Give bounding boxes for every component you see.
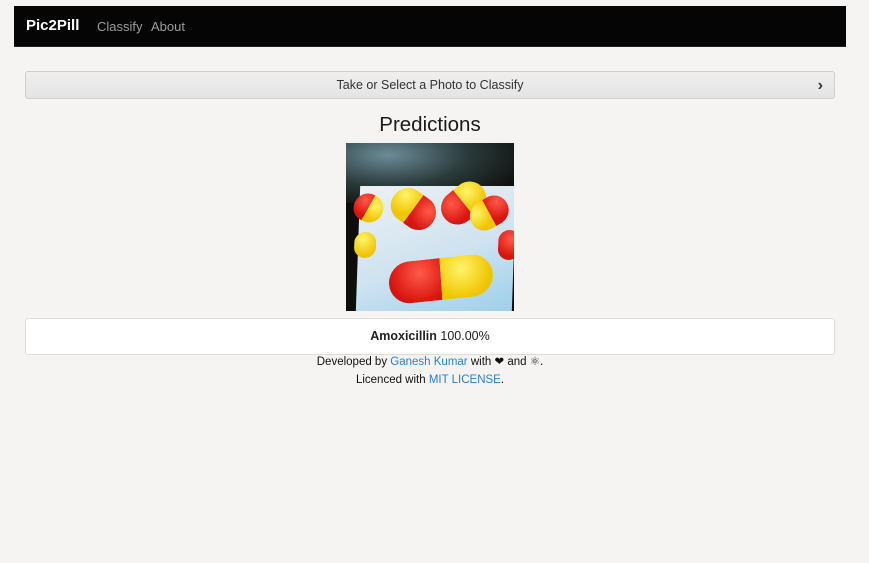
footer-period: . [540, 356, 544, 368]
predictions-title: Predictions [379, 113, 481, 136]
footer-license: Licenced with MIT LICENSE. [0, 374, 860, 386]
brand-logo[interactable]: Pic2Pill [26, 17, 79, 34]
take-photo-button-label: Take or Select a Photo to Classify [336, 78, 524, 92]
top-navbar: Pic2Pill Classify About [14, 6, 846, 47]
nav-link-about[interactable]: About [151, 19, 185, 34]
prediction-label: Amoxicillin [370, 329, 437, 343]
author-link[interactable]: Ganesh Kumar [390, 356, 467, 368]
license-link[interactable]: MIT LICENSE [429, 374, 501, 386]
footer-developed: Developed by Ganesh Kumar with ❤ and ⚛. [0, 354, 860, 368]
heart-icon: ❤ [494, 356, 505, 368]
take-photo-button[interactable]: Take or Select a Photo to Classify › [25, 71, 835, 99]
react-icon: ⚛ [529, 356, 541, 368]
prediction-result: Amoxicillin 100.00% [25, 318, 835, 355]
footer-and-text: and [507, 356, 527, 368]
nav-link-classify[interactable]: Classify [97, 19, 143, 34]
chevron-right-icon: › [817, 77, 823, 94]
prediction-confidence: 100.00% [440, 329, 490, 343]
footer-license-period: . [500, 374, 505, 386]
footer-with-text: with [470, 356, 492, 368]
pill-photo [346, 143, 514, 311]
footer-developed-text: Developed by [316, 356, 388, 368]
footer-licence-text: Licenced with [355, 374, 426, 386]
